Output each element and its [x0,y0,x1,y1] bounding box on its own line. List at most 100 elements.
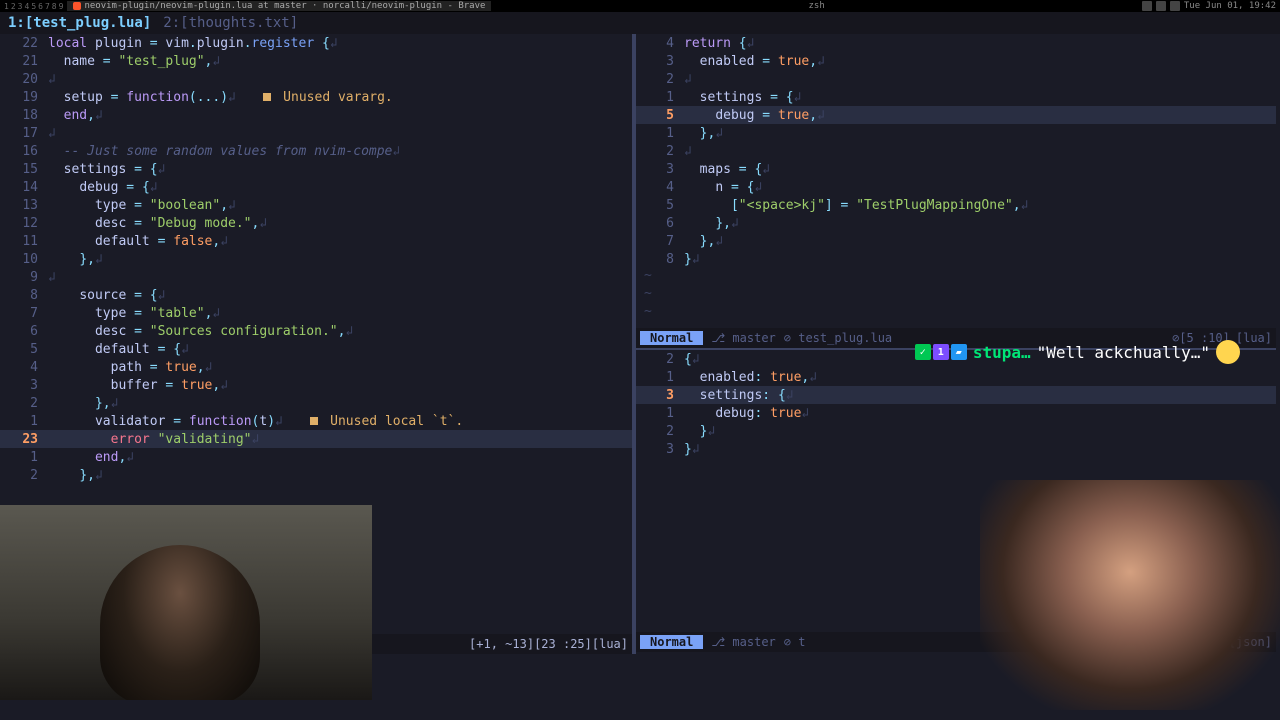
code-line[interactable]: 11 default = false,↲ [0,232,632,250]
code-content[interactable]: end,↲ [48,450,632,465]
code-line[interactable]: 3 maps = {↲ [636,160,1276,178]
code-content[interactable]: maps = {↲ [684,162,1276,177]
code-content[interactable]: }↲ [684,424,1276,439]
code-line[interactable]: 2↲ [636,70,1276,88]
code-content[interactable]: default = {↲ [48,342,632,357]
code-content[interactable]: },↲ [48,252,632,267]
code-line[interactable]: 7 },↲ [636,232,1276,250]
code-content[interactable]: error "validating"↲ [48,432,632,447]
code-content[interactable]: type = "boolean",↲ [48,198,632,213]
code-content[interactable]: default = false,↲ [48,234,632,249]
code-line[interactable]: 17↲ [0,124,632,142]
code-line[interactable]: 1 },↲ [636,124,1276,142]
buffer-tab[interactable]: 2:[thoughts.txt] [163,15,298,31]
code-line[interactable]: 13 type = "boolean",↲ [0,196,632,214]
code-content[interactable]: debug = {↲ [48,180,632,195]
code-content[interactable]: end,↲ [48,108,632,123]
workspace-num[interactable]: 3 [18,2,23,11]
code-line[interactable]: 12 desc = "Debug mode.",↲ [0,214,632,232]
code-content[interactable]: validator = function(t)↲ Unused local `t… [48,414,632,429]
code-line[interactable]: 8 source = {↲ [0,286,632,304]
code-line[interactable]: 14 debug = {↲ [0,178,632,196]
code-content[interactable]: n = {↲ [684,180,1276,195]
code-content[interactable]: ["<space>kj"] = "TestPlugMappingOne",↲ [684,198,1276,213]
code-line[interactable]: 5 default = {↲ [0,340,632,358]
code-line[interactable]: 20↲ [0,70,632,88]
code-content[interactable]: buffer = true,↲ [48,378,632,393]
buffer-tab[interactable]: 1:[test_plug.lua] [8,15,151,31]
code-content[interactable]: setup = function(...)↲ Unused vararg. [48,90,632,105]
code-content[interactable]: name = "test_plug",↲ [48,54,632,69]
code-content[interactable]: ↲ [684,144,1276,159]
code-line[interactable]: 2 },↲ [0,466,632,484]
code-content[interactable]: desc = "Debug mode.",↲ [48,216,632,231]
code-content[interactable]: settings: {↲ [684,388,1276,403]
code-content[interactable]: },↲ [684,234,1276,249]
code-line[interactable]: 5 ["<space>kj"] = "TestPlugMappingOne",↲ [636,196,1276,214]
code-content[interactable]: type = "table",↲ [48,306,632,321]
code-line[interactable]: 19 setup = function(...)↲ Unused vararg. [0,88,632,106]
code-line[interactable]: 1 validator = function(t)↲ Unused local … [0,412,632,430]
code-line[interactable]: 6 desc = "Sources configuration.",↲ [0,322,632,340]
tray-icon[interactable] [1156,1,1166,11]
code-content[interactable]: debug = true,↲ [684,108,1276,123]
code-content[interactable]: path = true,↲ [48,360,632,375]
code-content[interactable]: },↲ [48,396,632,411]
code-line[interactable]: 18 end,↲ [0,106,632,124]
editor-pane-right-top[interactable]: 4return {↲3 enabled = true,↲2↲1 settings… [636,34,1276,350]
workspace-num[interactable]: 1 [4,2,9,11]
code-content[interactable]: }↲ [684,442,1276,457]
code-content[interactable]: }↲ [684,252,1276,267]
code-content[interactable]: },↲ [48,468,632,483]
code-content[interactable]: ↲ [684,72,1276,87]
code-line[interactable]: 3}↲ [636,440,1276,458]
code-content[interactable]: },↲ [684,126,1276,141]
code-content[interactable]: desc = "Sources configuration.",↲ [48,324,632,339]
code-line[interactable]: 5 debug = true,↲ [636,106,1276,124]
code-line[interactable]: 8}↲ [636,250,1276,268]
code-content[interactable]: source = {↲ [48,288,632,303]
code-content[interactable]: ↲ [48,72,632,87]
code-line[interactable]: 7 type = "table",↲ [0,304,632,322]
code-content[interactable]: },↲ [684,216,1276,231]
workspace-num[interactable]: 9 [59,2,64,11]
code-line[interactable]: 23 error "validating"↲ [0,430,632,448]
workspace-num[interactable]: 5 [31,2,36,11]
code-line[interactable]: 6 },↲ [636,214,1276,232]
code-content[interactable]: settings = {↲ [48,162,632,177]
code-line[interactable]: 10 },↲ [0,250,632,268]
code-content[interactable]: debug: true↲ [684,406,1276,421]
code-content[interactable]: enabled: true,↲ [684,370,1276,385]
code-line[interactable]: 3 enabled = true,↲ [636,52,1276,70]
code-line[interactable]: 15 settings = {↲ [0,160,632,178]
code-line[interactable]: 1 debug: true↲ [636,404,1276,422]
code-content[interactable]: ↲ [48,270,632,285]
workspace-num[interactable]: 4 [24,2,29,11]
code-content[interactable]: settings = {↲ [684,90,1276,105]
workspace-num[interactable]: 6 [38,2,43,11]
tray-icon[interactable] [1142,1,1152,11]
tray-icon[interactable] [1170,1,1180,11]
browser-tab[interactable]: neovim-plugin/neovim-plugin.lua at maste… [67,1,491,11]
code-line[interactable]: 3 buffer = true,↲ [0,376,632,394]
code-line[interactable]: 1 enabled: true,↲ [636,368,1276,386]
code-line[interactable]: 3 settings: {↲ [636,386,1276,404]
code-line[interactable]: 4 n = {↲ [636,178,1276,196]
code-line[interactable]: 21 name = "test_plug",↲ [0,52,632,70]
workspace-num[interactable]: 2 [11,2,16,11]
code-line[interactable]: 1 end,↲ [0,448,632,466]
code-line[interactable]: 16 -- Just some random values from nvim-… [0,142,632,160]
code-line[interactable]: 1 settings = {↲ [636,88,1276,106]
code-line[interactable]: 9↲ [0,268,632,286]
code-line[interactable]: 4 path = true,↲ [0,358,632,376]
code-line[interactable]: 2 },↲ [0,394,632,412]
code-content[interactable]: enabled = true,↲ [684,54,1276,69]
workspace-indicators[interactable]: 123456789 [4,2,63,11]
code-line[interactable]: 2 }↲ [636,422,1276,440]
code-line[interactable]: 2↲ [636,142,1276,160]
code-content[interactable]: ↲ [48,126,632,141]
workspace-num[interactable]: 8 [52,2,57,11]
code-content[interactable]: local plugin = vim.plugin.register {↲ [48,36,632,51]
workspace-num[interactable]: 7 [45,2,50,11]
code-line[interactable]: 4return {↲ [636,34,1276,52]
